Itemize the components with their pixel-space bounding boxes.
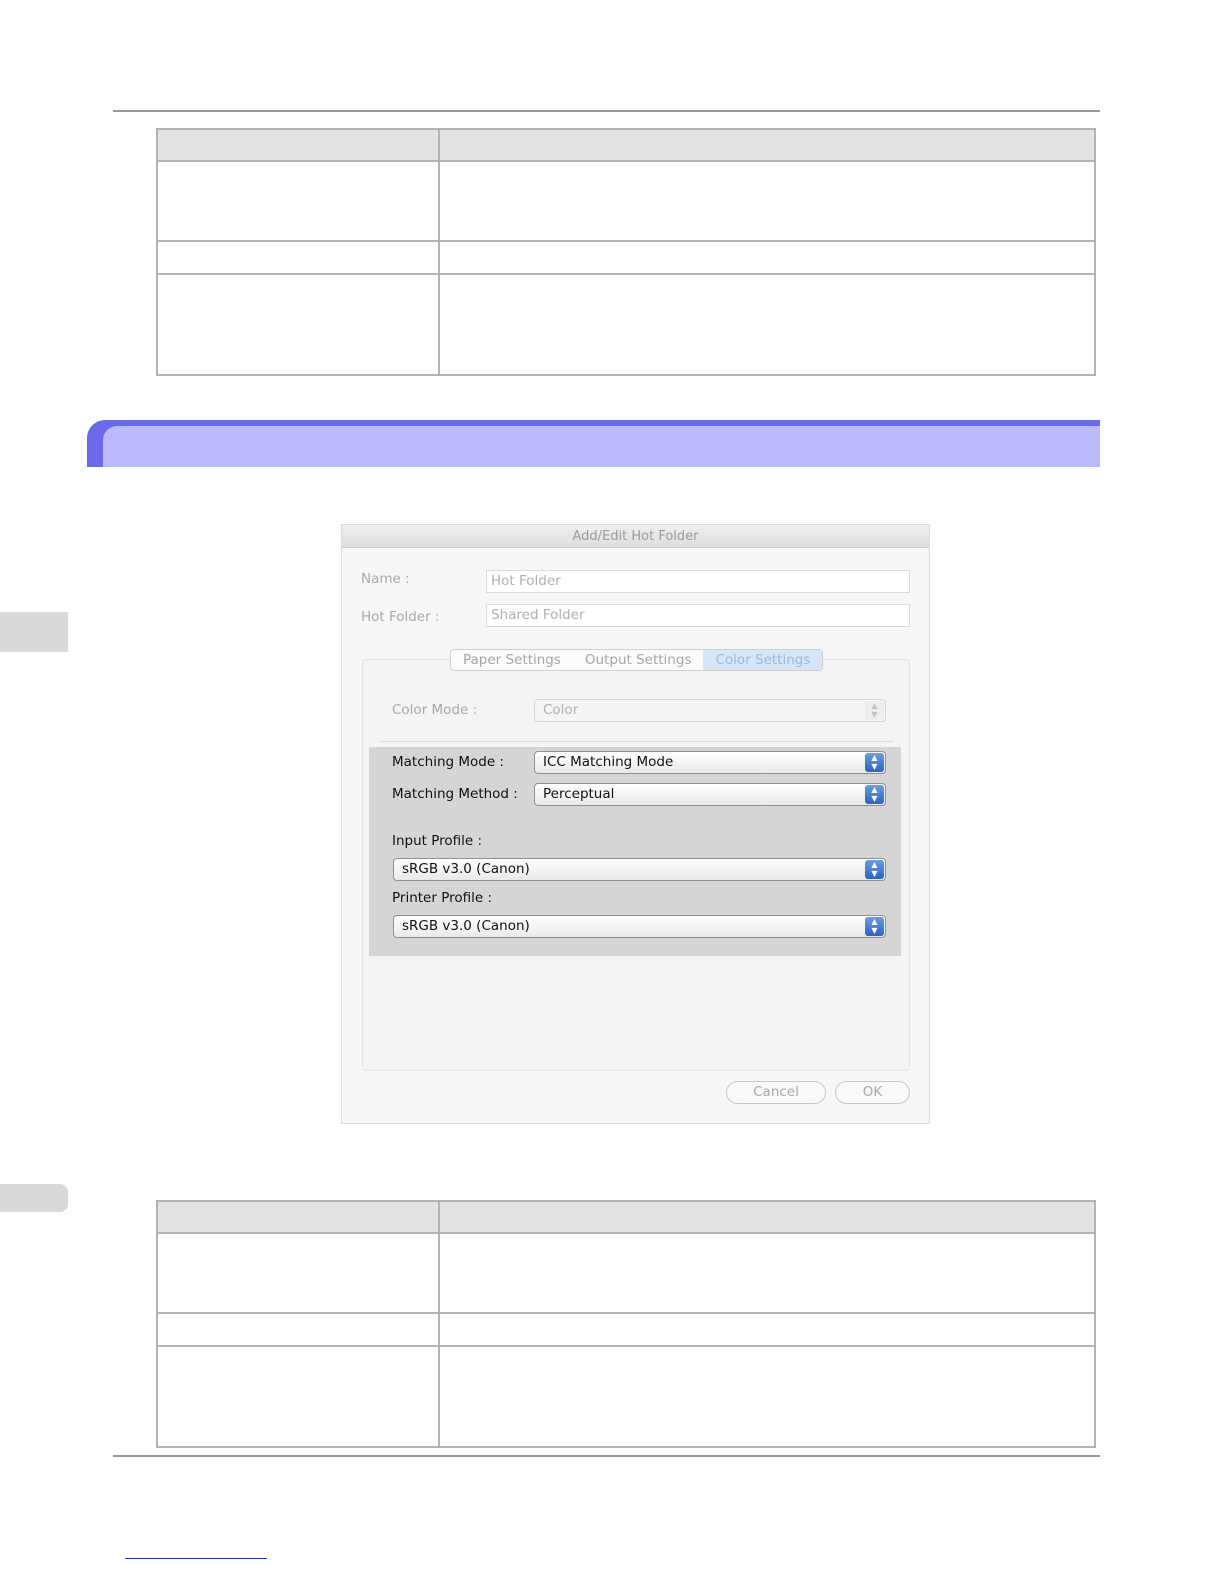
table-cell xyxy=(438,160,1096,242)
table-header-cell xyxy=(156,128,440,162)
section-heading-band-inner xyxy=(103,426,1100,467)
settings-table-bottom xyxy=(156,1200,1096,1448)
section-heading-band xyxy=(87,420,1100,467)
printer-profile-select[interactable]: sRGB v3.0 (Canon) ▲ ▼ xyxy=(393,915,886,938)
header-rule xyxy=(113,110,1100,112)
add-edit-hot-folder-dialog: Add/Edit Hot Folder Name : Hot Folder Ho… xyxy=(341,524,930,1124)
input-profile-label: Input Profile : xyxy=(392,833,483,849)
table-cell xyxy=(438,1345,1096,1448)
table-cell xyxy=(438,273,1096,376)
table-cell xyxy=(156,1312,440,1347)
table-cell xyxy=(438,1232,1096,1314)
page-side-tab xyxy=(0,1184,68,1212)
hot-folder-label: Hot Folder : xyxy=(361,609,440,625)
table-cell xyxy=(156,160,440,242)
matching-method-label: Matching Method : xyxy=(392,786,518,802)
matching-mode-label: Matching Mode : xyxy=(392,754,504,770)
matching-method-select[interactable]: Perceptual ▲ ▼ xyxy=(534,783,886,806)
table-cell xyxy=(156,273,440,376)
tab-output-settings[interactable]: Output Settings xyxy=(573,650,704,670)
table-cell xyxy=(156,240,440,275)
tab-color-settings[interactable]: Color Settings xyxy=(703,650,823,670)
ok-button[interactable]: OK xyxy=(835,1081,910,1104)
name-field[interactable]: Hot Folder xyxy=(486,570,910,593)
cancel-button[interactable]: Cancel xyxy=(726,1081,826,1104)
printer-profile-value: sRGB v3.0 (Canon) xyxy=(402,918,530,934)
color-mode-value: Color xyxy=(543,702,579,718)
table-cell xyxy=(156,1232,440,1314)
table-cell xyxy=(156,1345,440,1448)
dialog-title: Add/Edit Hot Folder xyxy=(342,525,929,548)
table-header-cell xyxy=(438,128,1096,162)
matching-mode-select[interactable]: ICC Matching Mode ▲ ▼ xyxy=(534,751,886,774)
tab-paper-settings[interactable]: Paper Settings xyxy=(451,650,573,670)
footer-link-underline[interactable] xyxy=(125,1558,267,1559)
settings-tabs: Paper Settings Output Settings Color Set… xyxy=(450,649,824,671)
hot-folder-field[interactable]: Shared Folder xyxy=(486,604,910,627)
footer-rule xyxy=(113,1455,1100,1457)
printer-profile-label: Printer Profile : xyxy=(392,890,493,906)
section-divider xyxy=(379,741,894,742)
input-profile-value: sRGB v3.0 (Canon) xyxy=(402,861,530,877)
table-header-cell xyxy=(438,1200,1096,1234)
popup-arrows-icon: ▲ ▼ xyxy=(865,917,884,936)
matching-method-value: Perceptual xyxy=(543,786,615,802)
name-label: Name : xyxy=(361,571,410,587)
settings-table-top xyxy=(156,128,1096,376)
chapter-side-tab xyxy=(0,612,68,652)
popup-arrows-icon: ▲ ▼ xyxy=(865,785,884,804)
popup-arrows-icon: ▲ ▼ xyxy=(865,860,884,879)
table-header-cell xyxy=(156,1200,440,1234)
popup-arrows-icon: ▲ ▼ xyxy=(865,753,884,772)
table-cell xyxy=(438,1312,1096,1347)
input-profile-select[interactable]: sRGB v3.0 (Canon) ▲ ▼ xyxy=(393,858,886,881)
table-cell xyxy=(438,240,1096,275)
matching-mode-value: ICC Matching Mode xyxy=(543,754,674,770)
color-mode-label: Color Mode : xyxy=(392,702,478,718)
popup-arrows-icon: ▲ ▼ xyxy=(865,701,884,720)
color-mode-select[interactable]: Color ▲ ▼ xyxy=(534,699,886,722)
